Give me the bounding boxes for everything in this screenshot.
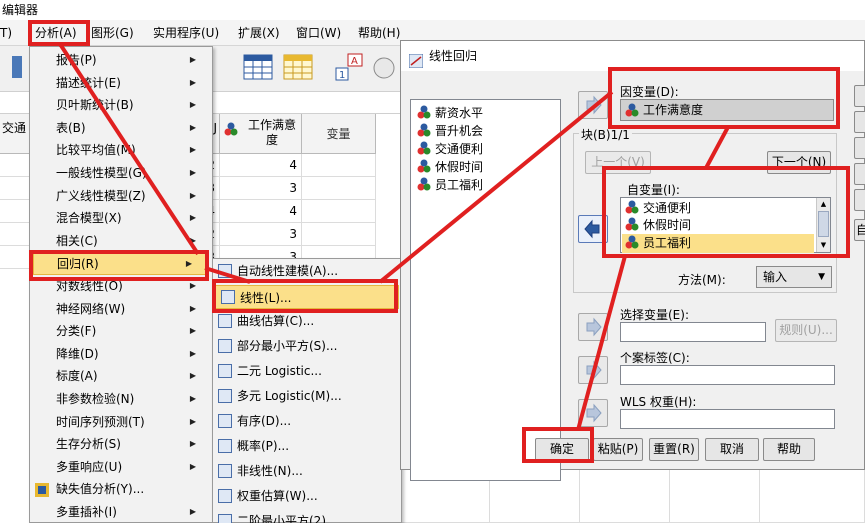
annotation-line [576,255,627,431]
annotation-line [204,266,251,284]
annotation-line [58,42,200,256]
annotation-arrows [58,42,730,431]
annotation-line [704,126,730,169]
annotation-line [378,90,614,284]
